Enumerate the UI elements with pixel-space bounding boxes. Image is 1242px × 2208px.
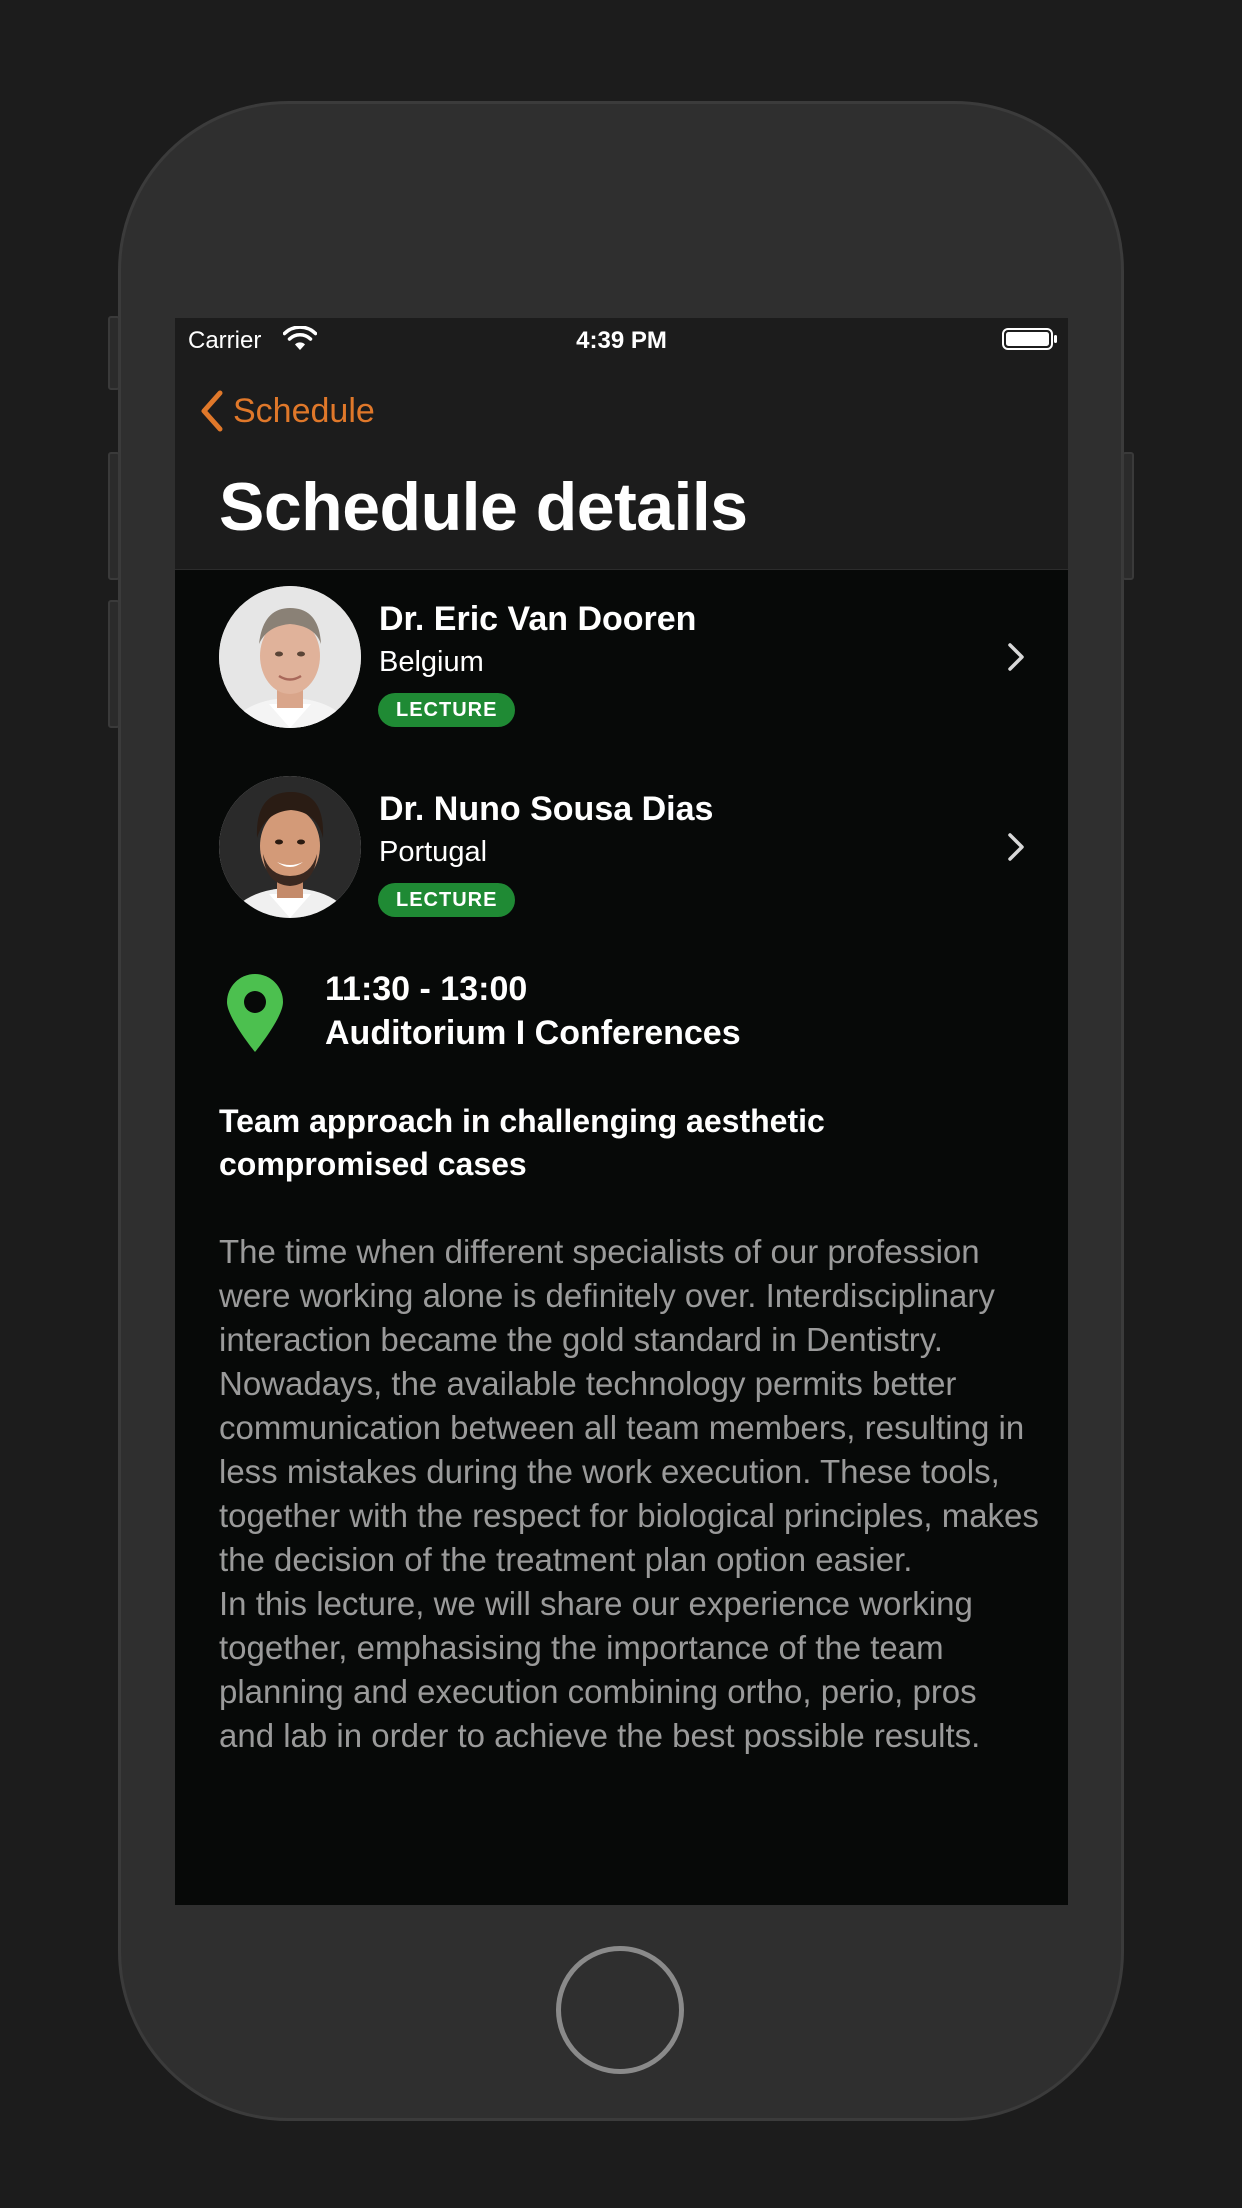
speaker-row[interactable]: Dr. Nuno Sousa Dias Portugal LECTURE xyxy=(175,776,1068,926)
lecture-badge: LECTURE xyxy=(378,883,516,917)
chevron-left-icon xyxy=(201,390,223,432)
status-time: 4:39 PM xyxy=(576,327,667,354)
app-screen: Carrier 4:39 PM Schedule Schedule detail… xyxy=(175,318,1068,1905)
speaker-country: Belgium xyxy=(379,646,484,678)
location-pin-icon xyxy=(227,974,283,1052)
session-time: 11:30 - 13:00 xyxy=(325,970,528,1008)
mute-switch xyxy=(108,316,120,390)
chevron-right-icon xyxy=(1008,833,1024,861)
volume-down-button xyxy=(108,600,120,728)
speaker-country: Portugal xyxy=(379,836,488,868)
talk-description: The time when different specialists of o… xyxy=(219,1233,1039,1754)
talk-title: Team approach in challenging aesthetic c… xyxy=(219,1103,825,1182)
battery-icon xyxy=(1002,328,1057,350)
chevron-right-icon xyxy=(1008,643,1024,671)
back-button[interactable]: Schedule xyxy=(199,386,375,436)
speaker-row[interactable]: Dr. Eric Van Dooren Belgium LECTURE xyxy=(175,586,1068,736)
home-button[interactable] xyxy=(556,1946,684,2074)
speaker-name: Dr. Nuno Sousa Dias xyxy=(379,790,714,828)
status-bar: Carrier 4:39 PM xyxy=(175,318,1068,362)
navigation-bar: Carrier 4:39 PM Schedule Schedule detail… xyxy=(175,318,1068,570)
page-title: Schedule details xyxy=(219,469,748,545)
back-button-label: Schedule xyxy=(233,391,375,430)
avatar xyxy=(219,586,361,728)
session-room: Auditorium I Conferences xyxy=(325,1014,741,1052)
power-button xyxy=(1122,452,1134,580)
speaker-name: Dr. Eric Van Dooren xyxy=(379,600,697,638)
avatar xyxy=(219,776,361,918)
volume-up-button xyxy=(108,452,120,580)
lecture-badge: LECTURE xyxy=(378,693,516,727)
